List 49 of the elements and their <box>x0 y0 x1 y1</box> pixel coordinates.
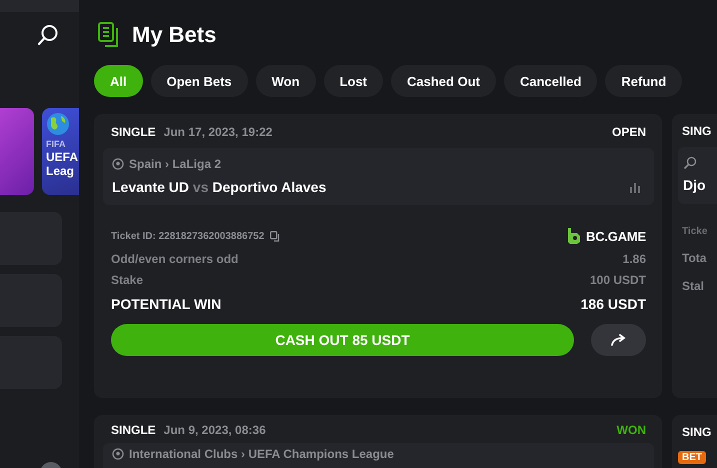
bet-row-value: 100 USDT <box>590 273 646 287</box>
share-arrow-icon <box>610 334 626 346</box>
ticket-id: Ticket ID: 2281827362003886752 <box>111 230 264 242</box>
bet-row-label: POTENTIAL WIN <box>111 296 222 312</box>
bet-row-label: Stal <box>681 279 706 293</box>
page-title: My Bets <box>132 22 216 48</box>
filter-tab[interactable]: Refund <box>605 65 682 97</box>
bet-status: WON <box>616 422 646 436</box>
promo-title: UEFA <box>46 150 79 164</box>
globe-icon <box>46 112 70 136</box>
brand-logo-icon <box>567 227 581 245</box>
bet-badge: BET <box>678 451 706 464</box>
bet-row-label: Odd/even corners odd <box>111 252 238 266</box>
soccer-ball-icon <box>112 448 124 460</box>
event-panel[interactable]: International Clubs › UEFA Champions League <box>103 443 654 468</box>
bet-date: Jun 9, 2023, 08:36 <box>164 422 266 436</box>
promo-category: FIFA <box>46 139 66 150</box>
bet-row-value: 186 USDT <box>580 296 646 312</box>
bet-row-label: Tota <box>681 251 708 265</box>
bet-row-label: Stake <box>111 273 144 287</box>
search-icon[interactable] <box>37 24 59 46</box>
bet-row-value: 1.86 <box>622 252 646 266</box>
league-path: International Clubs › UEFA Champions League <box>129 447 394 461</box>
bet-type: SING <box>681 124 712 138</box>
brand-name: BC.GAME <box>586 228 646 244</box>
soccer-ball-icon <box>112 158 124 170</box>
stats-icon[interactable] <box>630 183 641 193</box>
bet-date: Jun 17, 2023, 19:22 <box>164 124 272 138</box>
filter-tab[interactable]: Cashed Out <box>391 65 496 97</box>
filter-tab[interactable]: Cancelled <box>504 65 598 97</box>
bet-type: SINGLE <box>111 124 156 138</box>
filter-tab[interactable]: Lost <box>324 65 384 97</box>
bet-status: OPEN <box>612 124 646 138</box>
match-teams: Djo <box>683 177 706 193</box>
match-teams: Levante UD vs Deportivo Alaves <box>112 179 326 195</box>
bet-type: SING <box>681 425 712 439</box>
league-path: Spain › LaLiga 2 <box>129 157 222 171</box>
document-icon <box>98 22 120 48</box>
promo-title: Leag <box>46 164 76 179</box>
event-panel[interactable]: Djo <box>678 147 717 204</box>
promo-banner[interactable] <box>0 108 34 195</box>
filter-tab[interactable]: Won <box>256 65 316 97</box>
event-panel[interactable]: Spain › LaLiga 2 Levante UD vs Deportivo Alaves <box>103 148 654 205</box>
copy-icon[interactable] <box>270 230 282 242</box>
bet-type: SINGLE <box>111 422 156 436</box>
filter-tab[interactable]: Open Bets <box>150 65 248 97</box>
bet-row-label: Ticke <box>681 226 708 237</box>
promo-banner[interactable]: FIFA UEFA Leag <box>42 108 79 195</box>
share-button[interactable] <box>591 324 646 356</box>
